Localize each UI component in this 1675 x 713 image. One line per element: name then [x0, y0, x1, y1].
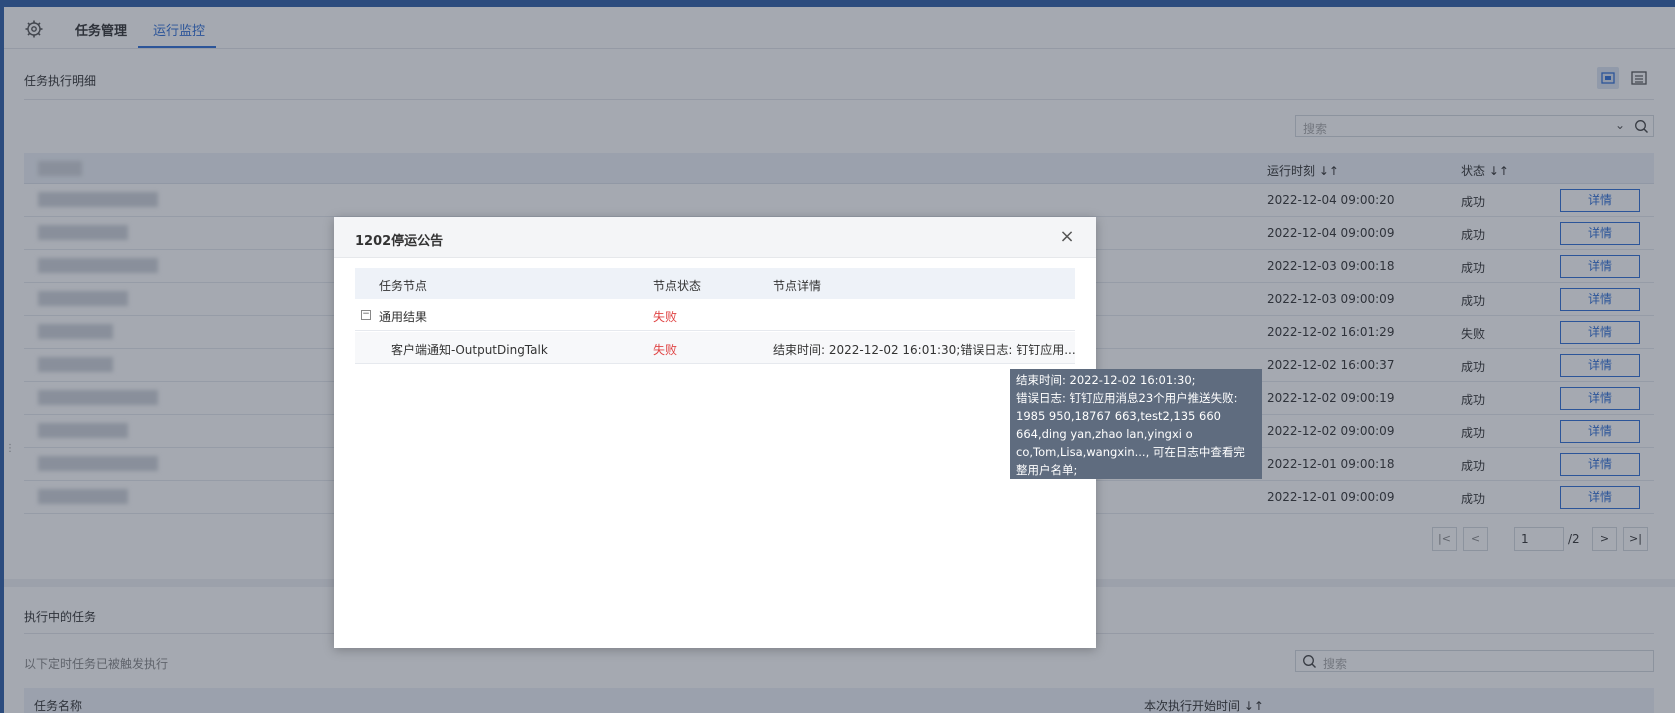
node-row-group[interactable]: − 通用结果 失败 [355, 299, 1075, 331]
tooltip-line: 结束时间: 2022-12-02 16:01:30; [1016, 373, 1196, 387]
tooltip-line: 错误日志: 钉钉应用消息23个用户推送失败: [1016, 391, 1238, 405]
node-name: 客户端通知-OutputDingTalk [391, 343, 548, 357]
task-detail-dialog: 1202停运公告 × 任务节点 节点状态 节点详情 − 通用结果 失败 客户端通… [334, 217, 1096, 648]
node-detail[interactable]: 结束时间: 2022-12-02 16:01:30;错误日志: 钉钉应用... [773, 341, 1076, 358]
tooltip-line: 1985 950,18767 663,test2,135 660 [1016, 409, 1221, 423]
tooltip-line: 整用户名单; [1016, 463, 1078, 477]
col-task-node: 任务节点 [379, 279, 428, 293]
node-status: 失败 [653, 343, 678, 357]
detail-tooltip: 结束时间: 2022-12-02 16:01:30; 错误日志: 钉钉应用消息2… [1010, 369, 1262, 479]
dialog-header: 1202停运公告 × [334, 217, 1096, 258]
node-name: 通用结果 [379, 310, 428, 324]
close-icon[interactable]: × [1058, 228, 1076, 246]
col-node-status: 节点状态 [653, 279, 702, 293]
node-row[interactable]: 客户端通知-OutputDingTalk 失败 结束时间: 2022-12-02… [355, 332, 1076, 364]
collapse-icon[interactable]: − [361, 310, 371, 320]
tooltip-line: 664,ding yan,zhao lan,yingxi o [1016, 427, 1193, 441]
col-node-detail: 节点详情 [773, 279, 822, 293]
tooltip-line: co,Tom,Lisa,wangxin..., 可在日志中查看完 [1016, 445, 1245, 459]
node-table-header: 任务节点 节点状态 节点详情 [355, 268, 1075, 299]
node-status: 失败 [653, 310, 678, 324]
dialog-title: 1202停运公告 [355, 234, 444, 249]
